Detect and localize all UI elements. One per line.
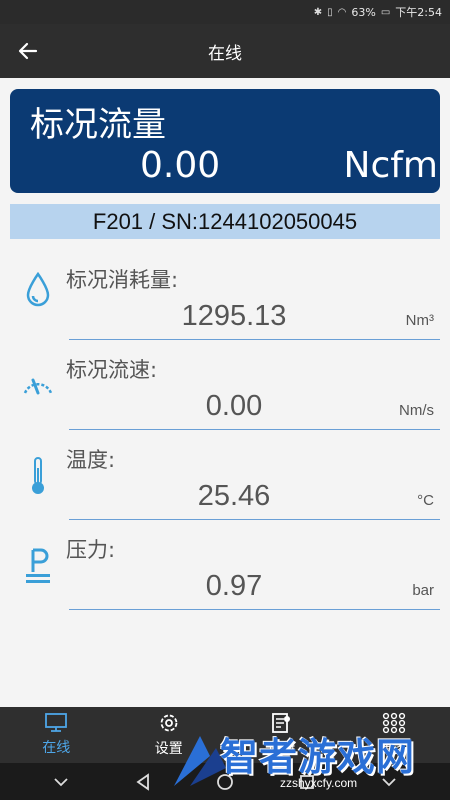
pressure-icon [20, 544, 56, 588]
flow-rate-unit: Ncfm [343, 145, 438, 186]
watermark: 智者游戏网 zzshyxcfy.com [170, 720, 450, 800]
velocity-label: 标况流速: [66, 358, 158, 382]
bluetooth-icon: ✱ [313, 6, 323, 18]
gauge-icon [20, 362, 56, 406]
velocity-row: 标况流速: 0.00 Nm/s [0, 346, 450, 436]
watermark-url: zzshyxcfy.com [280, 776, 358, 790]
tab-online[interactable]: 在线 [0, 707, 113, 763]
consumption-value: 1295.13 [181, 300, 287, 332]
status-bar: ✱ ▯ ◠ 63% ▭ 下午2:54 [0, 0, 450, 24]
temperature-row: 温度: 25.46 °C [0, 436, 450, 526]
velocity-value: 0.00 [205, 390, 263, 422]
temperature-value: 25.46 [197, 480, 271, 512]
tab-label: 在线 [42, 740, 71, 756]
consumption-label: 标况消耗量: [66, 268, 179, 292]
flow-rate-value: 0.00 [140, 145, 221, 186]
monitor-icon [45, 713, 68, 732]
pressure-label: 压力: [66, 538, 116, 562]
water-drop-icon [20, 268, 56, 312]
divider [69, 609, 440, 610]
thermometer-icon [20, 454, 56, 498]
device-id: F201 / SN:1244102050045 [92, 208, 358, 234]
pressure-value: 0.97 [205, 570, 263, 602]
consumption-row: 标况消耗量: 1295.13 Nm³ [0, 256, 450, 346]
divider [69, 339, 440, 340]
battery-icon: ▭ [380, 6, 391, 18]
flow-rate-label: 标况流量 [30, 105, 166, 145]
page-title: 在线 [208, 43, 242, 64]
watermark-text: 智者游戏网 [220, 735, 416, 779]
back-triangle-icon[interactable] [135, 772, 151, 791]
device-id-bar: F201 / SN:1244102050045 [10, 204, 440, 239]
velocity-unit: Nm/s [399, 402, 434, 419]
divider [69, 429, 440, 430]
battery-level: 63% [351, 5, 376, 19]
flow-rate-card: 标况流量 0.00 Ncfm [10, 89, 440, 193]
temperature-unit: °C [417, 492, 434, 509]
pressure-unit: bar [412, 582, 434, 599]
clock: 下午2:54 [395, 6, 442, 19]
consumption-unit: Nm³ [405, 312, 434, 329]
back-button[interactable] [14, 37, 42, 65]
app-header: 在线 [0, 24, 450, 78]
divider [69, 519, 440, 520]
hide-keyboard-icon[interactable] [52, 776, 70, 788]
temperature-label: 温度: [66, 448, 116, 472]
back-arrow-icon [18, 42, 38, 60]
wifi-icon: ◠ [337, 6, 347, 18]
pressure-row: 压力: 0.97 bar [0, 526, 450, 616]
vibrate-icon: ▯ [327, 6, 333, 18]
